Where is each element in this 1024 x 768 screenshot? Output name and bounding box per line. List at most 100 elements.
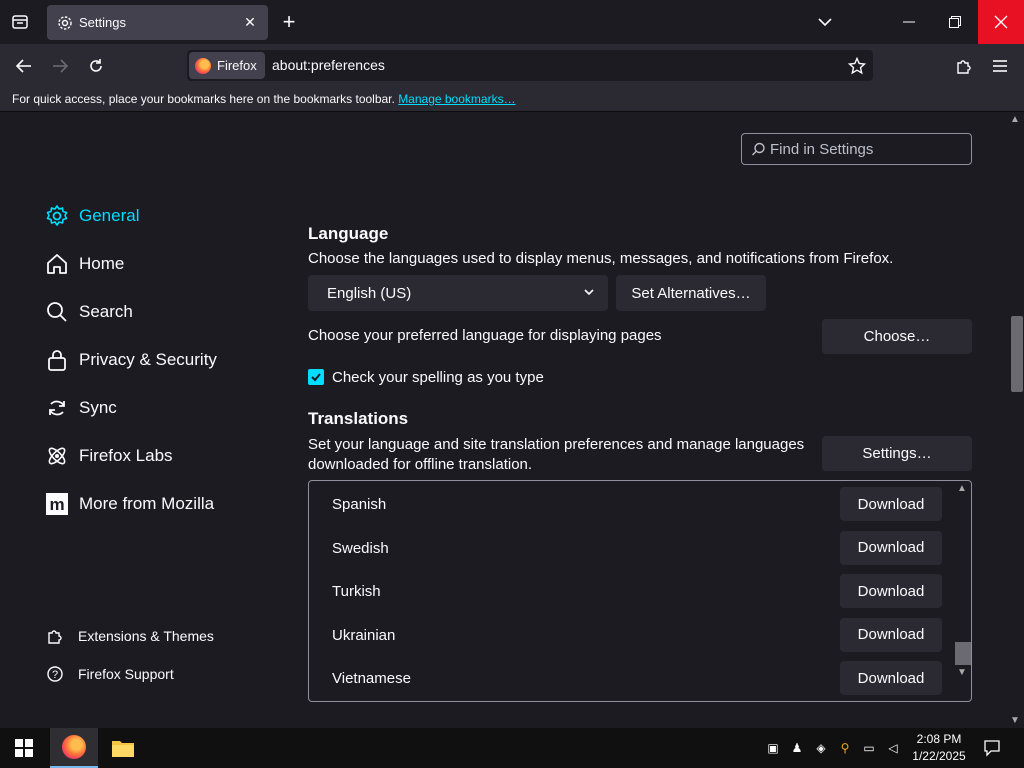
- reload-icon: [90, 59, 102, 72]
- gear-icon: [44, 203, 70, 229]
- spellcheck-checkbox[interactable]: [308, 369, 324, 385]
- sidebar-item-home[interactable]: Home: [44, 240, 274, 288]
- sidebar-item-label: Sync: [79, 398, 117, 417]
- sidebar-item-privacy[interactable]: Privacy & Security: [44, 336, 274, 384]
- identity-box[interactable]: Firefox: [189, 52, 265, 79]
- download-button[interactable]: Download: [840, 530, 942, 565]
- windows-taskbar: ▣ ♟ ◈ ⚲ ▭ ◁ 2:08 PM 1/22/2025: [0, 728, 1024, 768]
- mozilla-icon: m: [44, 491, 70, 517]
- forward-button[interactable]: [46, 52, 74, 80]
- taskbar-clock[interactable]: 2:08 PM 1/22/2025: [906, 731, 972, 765]
- list-item: Swedish Download: [309, 525, 949, 569]
- scrollbar-thumb[interactable]: [955, 642, 971, 665]
- download-button[interactable]: Download: [840, 487, 942, 521]
- scroll-up-icon[interactable]: ▲: [1010, 114, 1020, 125]
- bookmarks-hint: For quick access, place your bookmarks h…: [12, 92, 399, 106]
- bookmarks-toolbar: For quick access, place your bookmarks h…: [0, 86, 1024, 112]
- svg-text:m: m: [49, 495, 64, 514]
- start-button[interactable]: [0, 728, 48, 768]
- close-window-button[interactable]: [978, 0, 1024, 44]
- tray-app-icon[interactable]: ▣: [764, 739, 782, 757]
- sidebar-item-sync[interactable]: Sync: [44, 384, 274, 432]
- language-name: Spanish: [332, 496, 387, 513]
- volume-muted-icon[interactable]: ◁: [884, 739, 902, 757]
- list-item: Spanish Download: [309, 481, 949, 525]
- manage-bookmarks-link[interactable]: Manage bookmarks…: [398, 92, 515, 106]
- language-select[interactable]: English (US): [308, 275, 608, 311]
- download-button[interactable]: Download: [840, 574, 942, 608]
- spellcheck-label: Check your spelling as you type: [332, 369, 544, 386]
- help-icon: ?: [44, 663, 66, 685]
- url-bar[interactable]: Firefox about:preferences: [187, 50, 873, 81]
- settings-page: Find in Settings General Home Search Pri…: [0, 112, 1024, 728]
- download-button[interactable]: Download: [840, 617, 942, 652]
- new-tab-button[interactable]: +: [278, 11, 300, 33]
- tray-network-users-icon[interactable]: ♟: [788, 739, 806, 757]
- sidebar-footer: Extensions & Themes ? Firefox Support: [44, 617, 274, 693]
- tab-bar: Settings ✕ +: [0, 0, 1024, 44]
- translations-description: Set your language and site translation p…: [308, 436, 805, 473]
- tray-search-icon[interactable]: ⚲: [836, 739, 854, 757]
- tab-title: Settings: [79, 15, 126, 30]
- list-scrollbar[interactable]: ▲ ▼: [953, 481, 971, 701]
- lock-icon: [44, 347, 70, 373]
- scroll-down-icon[interactable]: ▼: [1010, 715, 1020, 726]
- puzzle-icon: [957, 60, 971, 74]
- language-name: Swedish: [332, 539, 389, 557]
- restore-button[interactable]: [932, 0, 978, 44]
- notifications-icon[interactable]: [980, 736, 1004, 760]
- firefox-view-button[interactable]: [8, 10, 32, 34]
- page-scrollbar[interactable]: ▲ ▼: [1006, 112, 1024, 728]
- chevron-down-icon[interactable]: [815, 12, 835, 32]
- list-item: Vietnamese Download: [309, 655, 949, 699]
- scroll-down-icon[interactable]: ▼: [957, 667, 967, 678]
- sidebar-item-label: Home: [79, 254, 125, 273]
- scrollbar-thumb[interactable]: [1011, 316, 1023, 392]
- scroll-up-icon[interactable]: ▲: [957, 483, 967, 494]
- extensions-themes-link[interactable]: Extensions & Themes: [44, 617, 274, 655]
- footer-label: Extensions & Themes: [78, 628, 214, 644]
- choose-button[interactable]: Choose…: [822, 319, 972, 354]
- sync-icon: [44, 395, 70, 421]
- tray-drop-icon[interactable]: ◈: [812, 739, 830, 757]
- identity-label: Firefox: [217, 58, 257, 73]
- selected-language: English (US): [327, 284, 412, 302]
- extensions-button[interactable]: [950, 52, 978, 80]
- firefox-support-link[interactable]: ? Firefox Support: [44, 655, 274, 693]
- svg-text:?: ?: [52, 669, 58, 681]
- bookmark-star-icon[interactable]: [847, 56, 867, 76]
- firefox-view-icon: [12, 15, 28, 29]
- taskbar-firefox[interactable]: [50, 728, 98, 768]
- find-placeholder: Find in Settings: [770, 140, 874, 158]
- sidebar-item-firefox-labs[interactable]: Firefox Labs: [44, 432, 274, 480]
- url-text[interactable]: about:preferences: [272, 57, 385, 73]
- gear-icon: [57, 15, 73, 31]
- back-button[interactable]: [10, 52, 38, 80]
- tab-settings[interactable]: Settings ✕: [47, 5, 268, 40]
- system-tray: ▣ ♟ ◈ ⚲ ▭ ◁: [764, 738, 902, 758]
- taskbar-file-explorer[interactable]: [99, 728, 147, 768]
- search-icon: [44, 299, 70, 325]
- folder-icon: [112, 741, 134, 757]
- reload-button[interactable]: [82, 52, 110, 80]
- network-icon[interactable]: ▭: [860, 739, 878, 757]
- footer-label: Firefox Support: [78, 666, 174, 682]
- translations-heading: Translations: [308, 409, 409, 428]
- checkmark-icon: [311, 373, 321, 382]
- windows-logo-icon: [15, 739, 33, 757]
- sidebar-item-general[interactable]: General: [44, 192, 274, 240]
- minimize-button[interactable]: [886, 0, 932, 44]
- close-tab-icon[interactable]: ✕: [240, 13, 260, 33]
- chevron-down-icon: [582, 285, 596, 299]
- clock-time: 2:08 PM: [916, 732, 962, 746]
- download-button[interactable]: Download: [840, 661, 942, 695]
- clock-date: 1/22/2025: [912, 749, 966, 763]
- sidebar-item-search[interactable]: Search: [44, 288, 274, 336]
- sidebar-item-label: General: [79, 206, 140, 225]
- translations-settings-button[interactable]: Settings…: [822, 436, 972, 471]
- set-alternatives-button[interactable]: Set Alternatives…: [616, 275, 766, 311]
- language-name: Ukrainian: [332, 626, 396, 644]
- sidebar-item-more-from-mozilla[interactable]: m More from Mozilla: [44, 480, 274, 528]
- find-in-settings-input[interactable]: Find in Settings: [741, 133, 972, 165]
- app-menu-button[interactable]: [986, 52, 1014, 80]
